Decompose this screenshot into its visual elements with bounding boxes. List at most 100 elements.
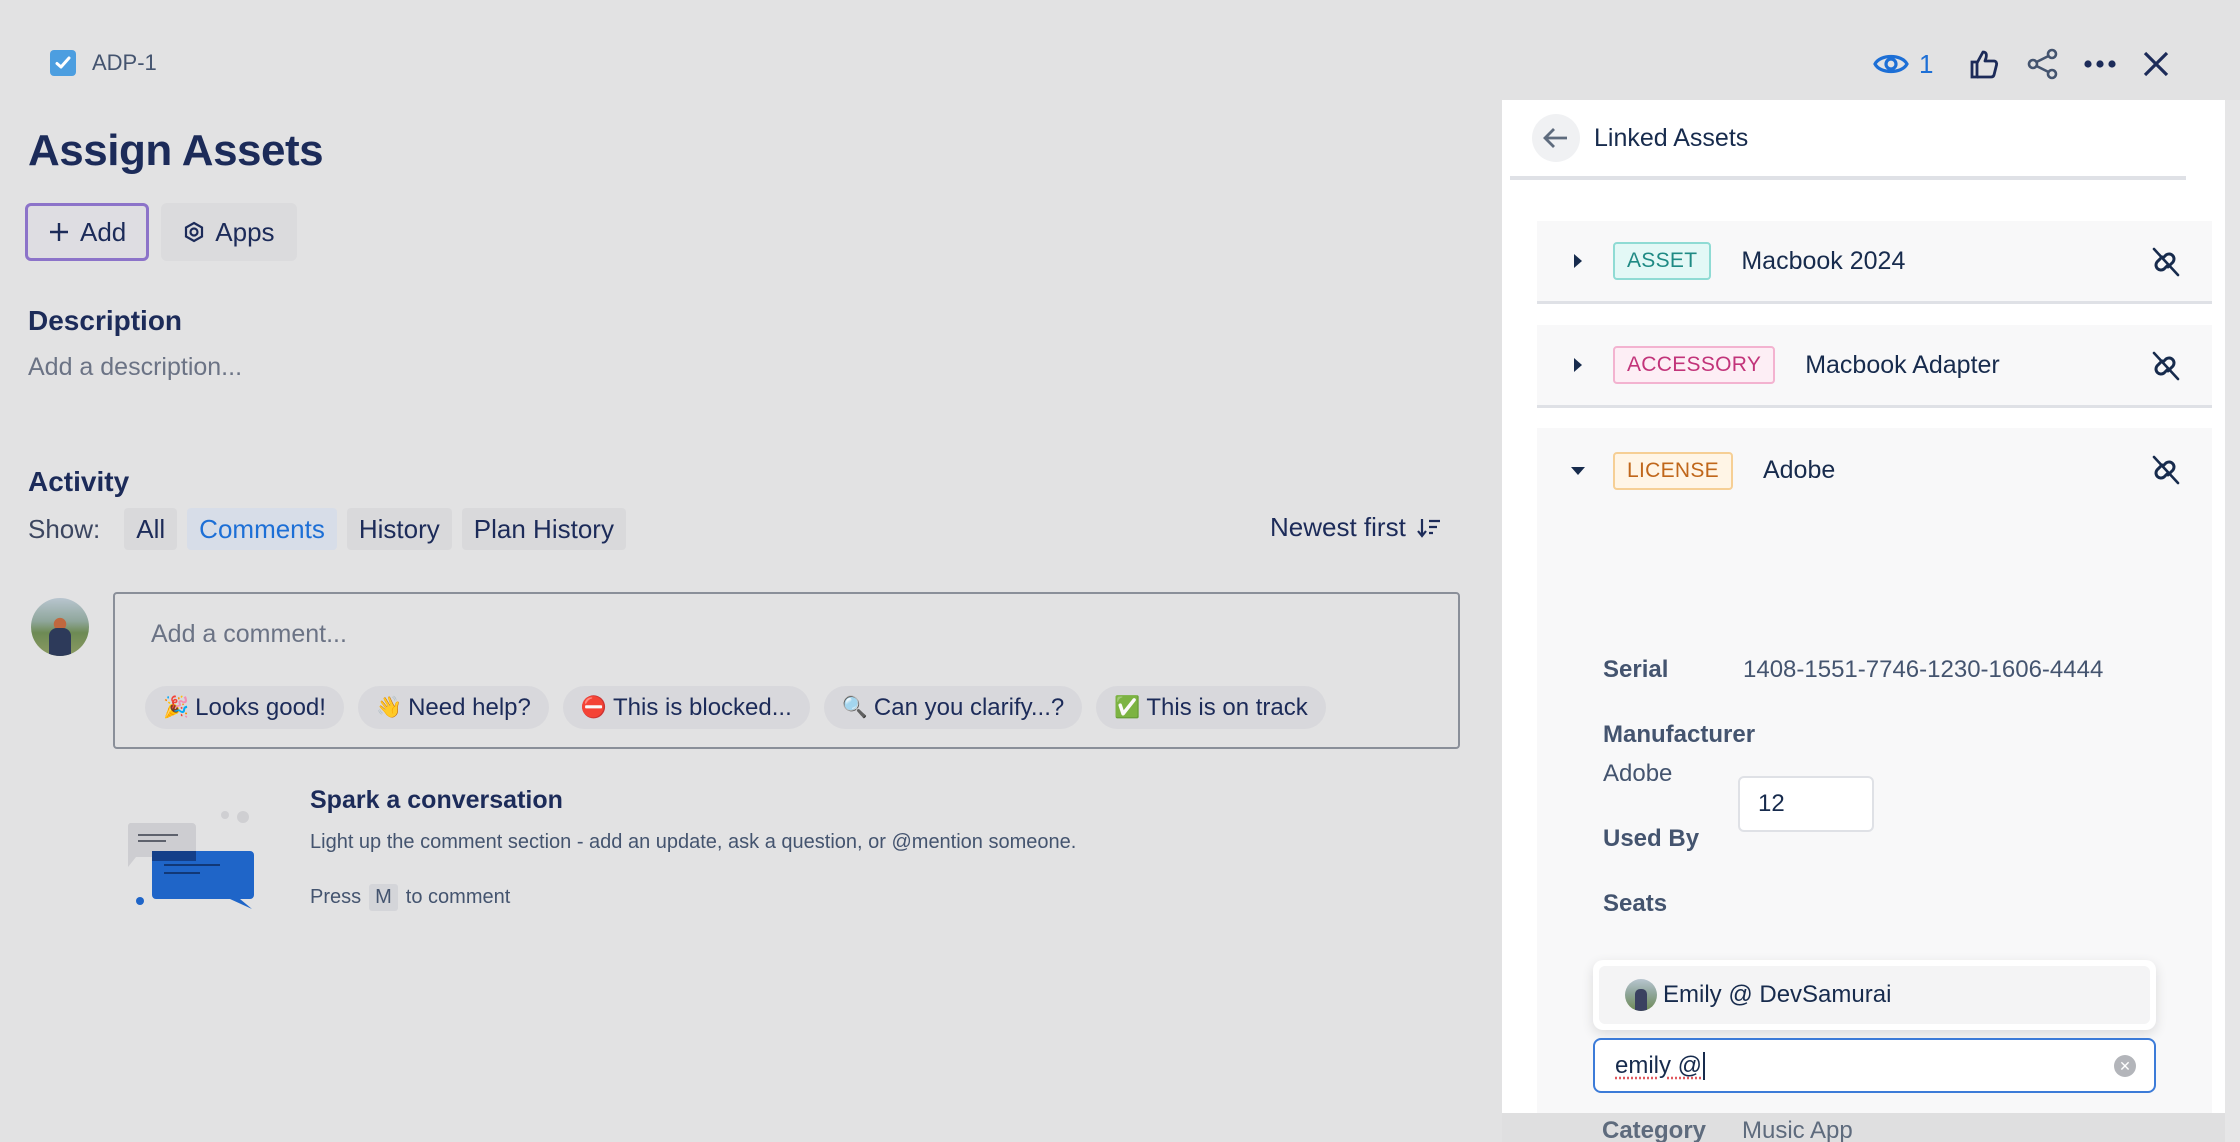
activity-heading: Activity xyxy=(28,466,130,497)
unlink-button[interactable] xyxy=(2148,453,2182,492)
arrow-left-icon xyxy=(1543,128,1567,148)
empty-state-text: Light up the comment section - add an up… xyxy=(310,831,1077,853)
conversation-illustration xyxy=(127,811,254,909)
clear-icon: ✕ xyxy=(2119,1057,2131,1074)
watch-button[interactable]: 1 xyxy=(1873,44,1933,84)
party-popper-icon: 🎉 xyxy=(163,695,190,719)
issue-key-label[interactable]: ADP-1 xyxy=(92,50,157,76)
caret-right-icon xyxy=(1574,254,1582,268)
apps-icon xyxy=(185,221,204,243)
panel-scrollbar[interactable] xyxy=(2225,100,2240,1142)
comment-editor[interactable]: Add a comment... 🎉 Looks good! 👋 Need help… xyxy=(113,592,1460,749)
share-button[interactable] xyxy=(2026,44,2060,84)
comment-placeholder[interactable]: Add a comment... xyxy=(151,620,347,649)
caret-right-icon xyxy=(1574,358,1582,372)
share-icon xyxy=(2027,48,2058,80)
show-label: Show: xyxy=(28,513,101,544)
user-picker-menu: Emily @ DevSamurai xyxy=(1593,960,2156,1030)
used-by-search-input[interactable]: emily @ ✕ xyxy=(1593,1038,2156,1093)
quick-reply-label: Need help? xyxy=(408,693,531,721)
clear-input-button[interactable]: ✕ xyxy=(2114,1055,2136,1077)
sort-order-button[interactable]: Newest first xyxy=(1270,512,1442,543)
keyboard-hint: Press M to comment xyxy=(310,884,510,911)
back-button[interactable] xyxy=(1532,114,1580,162)
used-by-label: Used By xyxy=(1603,825,1700,852)
caret-down-icon xyxy=(1571,466,1585,475)
serial-value[interactable]: 1408-1551-7746-1230-1606-4444 xyxy=(1743,656,2103,684)
check-mark-icon: ✅ xyxy=(1114,695,1141,719)
filter-plan-history[interactable]: Plan History xyxy=(461,508,626,550)
category-row-partial: Category Music App xyxy=(1502,1113,2225,1142)
more-actions-button[interactable] xyxy=(2083,44,2117,84)
serial-label: Serial xyxy=(1603,656,1669,683)
plus-icon xyxy=(50,223,68,241)
keyboard-hint-suffix: to comment xyxy=(405,886,511,908)
asset-type-lozenge: LICENSE xyxy=(1613,451,1733,490)
shortcut-key: M xyxy=(369,884,398,911)
expand-toggle[interactable] xyxy=(1567,253,1589,269)
unlink-button[interactable] xyxy=(2148,349,2182,388)
description-field[interactable]: Add a description... xyxy=(28,353,242,382)
asset-name[interactable]: Adobe xyxy=(1763,456,1835,485)
issue-key[interactable]: ADP-1 xyxy=(50,50,157,76)
seats-label: Seats xyxy=(1603,890,1668,917)
quick-reply-on-track[interactable]: ✅ This is on track xyxy=(1096,686,1326,729)
category-label: Category xyxy=(1602,1117,1707,1142)
task-type-icon xyxy=(50,50,76,76)
unlink-icon xyxy=(2152,455,2180,485)
collapse-toggle[interactable] xyxy=(1567,466,1589,476)
unlink-icon xyxy=(2152,247,2180,277)
manufacturer-label: Manufacturer xyxy=(1603,721,1756,748)
issue-title[interactable]: Assign Assets xyxy=(28,126,324,176)
quick-reply-clarify[interactable]: 🔍 Can you clarify...? xyxy=(823,686,1083,729)
unlink-icon xyxy=(2152,351,2180,381)
asset-type-lozenge: ACCESSORY xyxy=(1613,346,1776,384)
activity-filters: Show: All Comments History Plan History xyxy=(28,508,1000,550)
asset-name[interactable]: Macbook Adapter xyxy=(1805,351,2000,380)
watchers-count: 1 xyxy=(1919,48,1934,79)
category-value: Music App xyxy=(1742,1117,1853,1142)
search-input-value[interactable]: emily @ xyxy=(1615,1052,1702,1080)
quick-reply-label: This is blocked... xyxy=(613,693,792,721)
quick-reply-label: Can you clarify...? xyxy=(873,693,1065,721)
manufacturer-value[interactable]: Adobe xyxy=(1603,760,1672,788)
add-button-label: Add xyxy=(80,216,127,247)
issue-actions: Add Apps xyxy=(25,203,297,261)
filter-comments[interactable]: Comments xyxy=(187,508,337,550)
quick-reply-blocked[interactable]: ⛔ This is blocked... xyxy=(562,686,810,729)
filter-all[interactable]: All xyxy=(124,508,178,550)
quick-reply-looks-good[interactable]: 🎉 Looks good! xyxy=(145,686,344,729)
quick-reply-label: This is on track xyxy=(1146,693,1308,721)
filter-history[interactable]: History xyxy=(346,508,452,550)
current-user-avatar xyxy=(31,598,89,656)
magnifier-icon: 🔍 xyxy=(841,695,868,719)
apps-button[interactable]: Apps xyxy=(161,203,297,261)
close-button[interactable] xyxy=(2142,44,2170,84)
asset-type-lozenge: ASSET xyxy=(1613,242,1712,280)
asset-name[interactable]: Macbook 2024 xyxy=(1741,247,1905,276)
sort-order-label: Newest first xyxy=(1270,512,1406,542)
asset-row[interactable]: ACCESSORY Macbook Adapter xyxy=(1537,325,2212,408)
text-cursor xyxy=(1703,1051,1706,1080)
empty-state-title: Spark a conversation xyxy=(310,786,563,814)
panel-header: Linked Assets xyxy=(1510,100,2186,180)
description-heading: Description xyxy=(28,305,183,336)
quick-reply-need-help[interactable]: 👋 Need help? xyxy=(357,686,549,729)
user-option-label: Emily @ DevSamurai xyxy=(1663,981,1892,1008)
asset-row[interactable]: ASSET Macbook 2024 xyxy=(1537,221,2212,304)
quick-reply-label: Looks good! xyxy=(195,693,326,721)
close-icon xyxy=(2143,51,2169,77)
expand-toggle[interactable] xyxy=(1567,357,1589,373)
no-entry-icon: ⛔ xyxy=(580,695,608,719)
asset-row[interactable]: LICENSE Adobe xyxy=(1537,429,2212,512)
unlink-button[interactable] xyxy=(2148,245,2182,284)
add-button[interactable]: Add xyxy=(25,203,150,261)
quick-replies: 🎉 Looks good! 👋 Need help? ⛔ This is blocke… xyxy=(145,686,1326,729)
panel-title: Linked Assets xyxy=(1594,123,1749,152)
more-icon xyxy=(2084,60,2116,68)
apps-button-label: Apps xyxy=(215,216,275,247)
like-button[interactable] xyxy=(1968,44,2000,84)
user-option[interactable]: Emily @ DevSamurai xyxy=(1599,966,2150,1024)
issue-toolbar: 1 xyxy=(1820,44,2240,84)
seats-input[interactable]: 12 xyxy=(1738,776,1874,832)
